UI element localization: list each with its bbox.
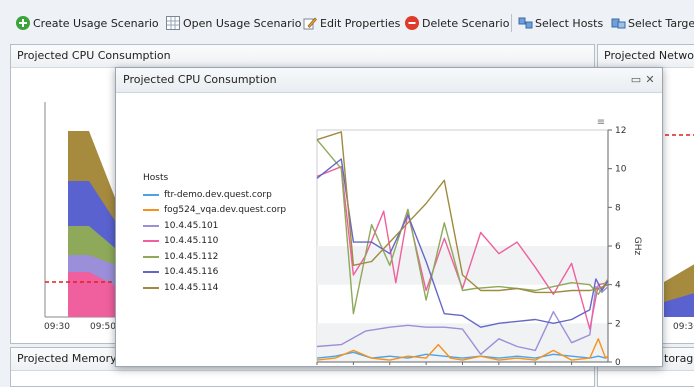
- edit-properties-label: Edit Properties: [320, 16, 401, 30]
- chart-menu-icon[interactable]: ≡: [597, 117, 605, 128]
- network-panel-title: Projected Network: [598, 45, 694, 68]
- delete-scenario-label: Delete Scenario: [422, 16, 510, 30]
- y-tick-label: 6: [615, 242, 621, 252]
- popup-title: Projected CPU Consumption: [123, 73, 277, 86]
- select-targets-label: Select Target: [628, 16, 694, 30]
- y-axis-label: GHz: [632, 237, 642, 256]
- edit-properties-button[interactable]: Edit Properties: [303, 14, 400, 32]
- select-hosts-button[interactable]: Select Hosts: [518, 14, 603, 32]
- select-hosts-label: Select Hosts: [535, 16, 604, 30]
- y-tick-label: 0: [615, 358, 621, 366]
- y-tick-label: 2: [615, 319, 621, 329]
- y-tick-label: 4: [615, 281, 621, 291]
- targets-icon: [611, 16, 626, 30]
- y-tick-label: 8: [615, 203, 621, 213]
- create-usage-scenario-label: Create Usage Scenario: [33, 16, 159, 30]
- toolbar: Create Usage Scenario Open Usage Scenari…: [0, 0, 694, 44]
- popup-titlebar[interactable]: Projected CPU Consumption ▭ ✕: [116, 68, 662, 93]
- bg-x-tick: 09:30: [44, 322, 70, 332]
- create-usage-scenario-button[interactable]: Create Usage Scenario: [16, 14, 159, 32]
- restore-icon[interactable]: ▭: [630, 68, 642, 92]
- hosts-icon: [518, 16, 533, 30]
- y-tick-label: 10: [615, 165, 627, 175]
- bg-x-tick: 09:50: [90, 322, 116, 332]
- delete-scenario-button[interactable]: Delete Scenario: [405, 14, 509, 32]
- cpu-panel-title: Projected CPU Consumption: [11, 45, 594, 68]
- open-usage-scenario-label: Open Usage Scenario: [183, 16, 302, 30]
- cpu-line-chart: 024681012GHz09:3010:0010:3011:0011:3012:…: [316, 117, 642, 366]
- toolbar-separator: [511, 14, 512, 32]
- y-tick-label: 12: [615, 126, 626, 136]
- add-circle-icon: [16, 16, 30, 30]
- edit-pencil-icon: [303, 16, 317, 30]
- cpu-consumption-popup: Projected CPU Consumption ▭ ✕ Hosts ftr-…: [115, 67, 663, 367]
- open-grid-icon: [166, 16, 180, 30]
- delete-circle-icon: [405, 16, 419, 30]
- select-targets-button[interactable]: Select Target: [611, 14, 694, 32]
- close-icon[interactable]: ✕: [644, 68, 656, 92]
- open-usage-scenario-button[interactable]: Open Usage Scenario: [166, 14, 301, 32]
- network-x-tick: 09:30: [673, 322, 694, 332]
